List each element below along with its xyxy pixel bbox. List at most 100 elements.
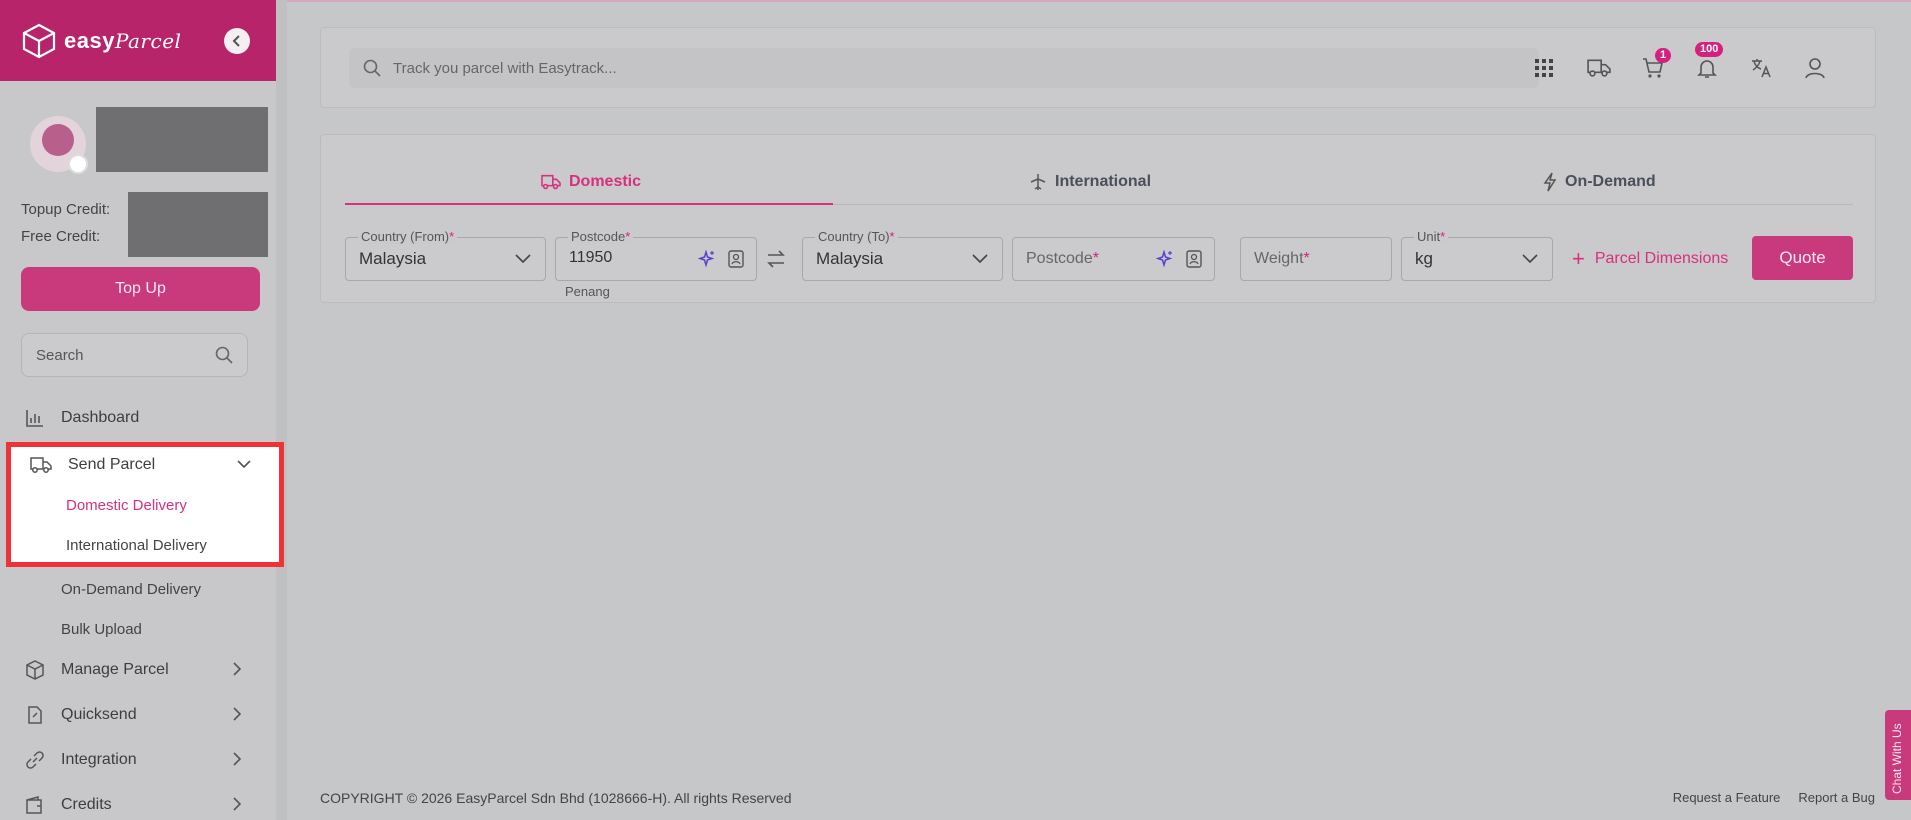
apps-grid-button[interactable] [1530,54,1558,82]
sidebar-item-label: Dashboard [61,409,140,426]
chat-with-us-button[interactable]: Chat With Us [1885,710,1911,800]
brand-header: easyParcel [0,0,276,81]
chevron-down-icon [237,460,251,469]
search-icon [363,59,381,77]
link-icon [26,751,44,769]
chevron-right-icon [233,797,242,811]
postcode-to-placeholder: Postcode* [1026,250,1099,267]
chevron-right-icon [233,707,242,721]
flag-icon [68,154,88,174]
quicksend-icon [28,706,42,724]
chevron-down-icon [1522,254,1538,264]
sparkle-icon[interactable] [1156,250,1174,268]
chart-bars-icon [26,410,43,427]
profile-button[interactable] [1801,54,1829,82]
cart-button[interactable]: 1 [1639,48,1672,82]
unit-select[interactable]: Unit* kg [1401,229,1553,281]
topup-credit-label: Topup Credit: [21,201,111,218]
sidebar-item-label: Integration [61,751,137,768]
user-icon [1805,58,1825,79]
sidebar-item-credits[interactable]: Credits [0,785,276,820]
country-from-label: Country (From)* [358,229,458,244]
sidebar-item-integration[interactable]: Integration [0,740,276,780]
request-feature-link[interactable]: Request a Feature [1673,790,1781,805]
avatar[interactable] [30,116,88,174]
top-up-button[interactable]: Top Up [21,267,260,311]
sidebar-scroll-strip [276,0,287,820]
easytrack-search[interactable] [349,48,1539,88]
postcode-to-field[interactable]: Postcode* [1012,237,1215,281]
translate-icon [1752,59,1771,78]
top-accent-border [287,0,1911,2]
sidebar-item-quicksend[interactable]: Quicksend [0,695,276,735]
unit-value: kg [1415,249,1433,268]
country-to-value: Malaysia [816,249,884,268]
truck-icon [30,457,52,473]
box-icon [26,660,44,680]
truck-icon [1587,59,1611,77]
postcode-from-value: 11950 [569,249,613,266]
sidebar-item-send-parcel[interactable]: Send Parcel [11,447,287,483]
redacted-credit-values [128,192,268,257]
sidebar-item-label: Send Parcel [68,456,156,473]
sparkle-icon[interactable] [698,250,716,268]
footer-links: Request a Feature Report a Bug [1673,790,1875,805]
sidebar-subitem-on-demand-delivery[interactable]: On-Demand Delivery [61,581,201,598]
tab-international[interactable]: International [1029,165,1151,199]
sidebar-item-dashboard[interactable]: Dashboard [0,398,276,438]
report-bug-link[interactable]: Report a Bug [1798,790,1875,805]
easytrack-search-input[interactable] [393,59,1293,77]
postcode-from-label: Postcode* [568,229,634,244]
sidebar-search-placeholder: Search [36,346,84,364]
send-parcel-highlight: Send Parcel Domestic Delivery Internatio… [6,442,284,567]
truck-icon [541,174,561,190]
tab-on-demand[interactable]: On-Demand [1543,165,1656,199]
topbar: 1 100 [320,27,1876,108]
address-book-icon[interactable] [728,250,744,268]
swap-icon[interactable] [766,249,786,269]
sidebar-subitem-international-delivery[interactable]: International Delivery [66,537,207,554]
shipments-button[interactable] [1585,54,1613,82]
chevron-right-icon [233,752,242,766]
notification-badge: 100 [1695,42,1724,57]
weight-placeholder: Weight* [1254,250,1310,267]
sidebar-subitem-domestic-delivery[interactable]: Domestic Delivery [66,497,187,514]
sidebar-item-manage-parcel[interactable]: Manage Parcel [0,650,276,690]
box-logo-icon [22,23,56,58]
postcode-from-field[interactable]: Postcode* 11950 [555,229,757,281]
country-to-label: Country (To)* [815,229,898,244]
notifications-button[interactable]: 100 [1693,42,1724,82]
bell-icon [1697,60,1717,78]
chevron-down-icon [972,254,988,264]
language-button[interactable] [1747,54,1775,82]
avatar-image [42,124,74,156]
sidebar-subitem-bulk-upload[interactable]: Bulk Upload [61,621,142,638]
tab-international-label: International [1055,173,1152,190]
country-from-select[interactable]: Country (From)* Malaysia [345,229,546,281]
parcel-dimensions-label: Parcel Dimensions [1594,250,1729,267]
brand-logo[interactable]: easyParcel [64,28,181,54]
collapse-sidebar-button[interactable] [224,28,250,54]
chevron-left-icon [232,35,240,47]
weight-field[interactable]: Weight* [1240,237,1392,281]
quote-card: Domestic International On-Demand Country… [320,134,1876,303]
wallet-icon [26,796,42,814]
sidebar-item-label: Credits [61,796,112,813]
address-book-icon[interactable] [1186,250,1202,268]
copyright-text: COPYRIGHT © 2026 EasyParcel Sdn Bhd (102… [320,790,792,806]
brand-name-italic: Parcel [114,28,182,53]
cart-badge: 1 [1655,48,1672,63]
grid-icon [1535,59,1553,77]
country-from-value: Malaysia [359,249,427,268]
tab-on-demand-label: On-Demand [1565,173,1656,190]
quote-button[interactable]: Quote [1752,236,1853,280]
sidebar-search-input[interactable]: Search [21,333,248,377]
parcel-dimensions-button[interactable]: + Parcel Dimensions [1572,248,1728,270]
sidebar: easyParcel Topup Credit: Free Credit: To… [0,0,276,820]
tab-active-indicator [345,203,833,205]
tab-domestic[interactable]: Domestic [541,165,641,199]
plus-icon: + [1572,246,1585,271]
sidebar-item-label: Manage Parcel [61,661,169,678]
sidebar-item-label: Quicksend [61,706,137,723]
country-to-select[interactable]: Country (To)* Malaysia [802,229,1003,281]
